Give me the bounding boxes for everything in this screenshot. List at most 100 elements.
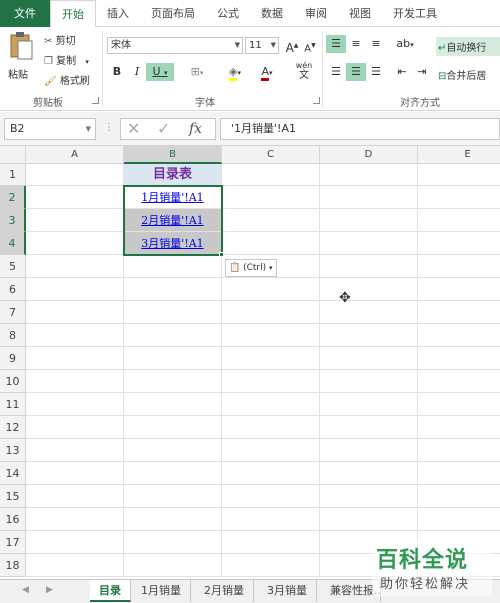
paste-options-button[interactable]: 📋 (Ctrl) ▾ (225, 259, 277, 277)
cell-d6[interactable] (320, 278, 418, 301)
cut-button[interactable]: ✂ 剪切 (44, 32, 76, 47)
cell-b13[interactable] (124, 439, 222, 462)
tab-view[interactable]: 视图 (338, 0, 382, 27)
cell-d3[interactable] (320, 209, 418, 232)
bold-button[interactable]: B (107, 63, 127, 81)
cell-b14[interactable] (124, 462, 222, 485)
decrease-indent-button[interactable]: ⇤ (392, 63, 412, 81)
increase-indent-button[interactable]: ⇥ (412, 63, 432, 81)
cell-d9[interactable] (320, 347, 418, 370)
cell-a13[interactable] (26, 439, 124, 462)
cell-a8[interactable] (26, 324, 124, 347)
cell-b6[interactable] (124, 278, 222, 301)
paste-button[interactable]: 粘贴 (8, 31, 38, 87)
cell-d11[interactable] (320, 393, 418, 416)
cell-d15[interactable] (320, 485, 418, 508)
cell-c13[interactable] (222, 439, 320, 462)
cell-e15[interactable] (418, 485, 500, 508)
cell-b17[interactable] (124, 531, 222, 554)
shrink-font-button[interactable]: A▼ (300, 37, 320, 55)
tab-insert[interactable]: 插入 (96, 0, 140, 27)
row-header-2[interactable]: 2 (0, 186, 26, 209)
cell-b12[interactable] (124, 416, 222, 439)
column-header-a[interactable]: A (26, 146, 124, 164)
formula-input[interactable]: '1月销量'!A1 (220, 118, 500, 140)
sheet-tab-feb[interactable]: 2月销量 (195, 580, 254, 602)
row-header-16[interactable]: 16 (0, 508, 26, 531)
align-top-button[interactable]: ☰ (326, 35, 346, 53)
cell-c1[interactable] (222, 164, 320, 186)
cell-d14[interactable] (320, 462, 418, 485)
row-header-1[interactable]: 1 (0, 164, 26, 186)
cell-c6[interactable] (222, 278, 320, 301)
cell-a16[interactable] (26, 508, 124, 531)
row-header-12[interactable]: 12 (0, 416, 26, 439)
wrap-text-button[interactable]: ↵自动换行 (436, 37, 500, 56)
cell-a14[interactable] (26, 462, 124, 485)
align-right-button[interactable]: ☰ (366, 63, 386, 81)
cell-a2[interactable] (26, 186, 124, 209)
next-sheet-icon[interactable]: ▶ (46, 585, 53, 595)
tab-data[interactable]: 数据 (250, 0, 294, 27)
column-header-c[interactable]: C (222, 146, 320, 164)
cell-b15[interactable] (124, 485, 222, 508)
cell-e13[interactable] (418, 439, 500, 462)
cell-a15[interactable] (26, 485, 124, 508)
cell-c3[interactable] (222, 209, 320, 232)
cell-c8[interactable] (222, 324, 320, 347)
grow-font-button[interactable]: A▲ (282, 37, 302, 55)
row-header-9[interactable]: 9 (0, 347, 26, 370)
cell-b18[interactable] (124, 554, 222, 577)
cell-b10[interactable] (124, 370, 222, 393)
directory-title-cell[interactable]: 目录表 (124, 164, 222, 186)
sheet-tab-mar[interactable]: 3月销量 (258, 580, 317, 602)
row-header-10[interactable]: 10 (0, 370, 26, 393)
cell-e11[interactable] (418, 393, 500, 416)
align-bottom-button[interactable]: ≡ (366, 35, 386, 53)
align-middle-button[interactable]: ≡ (346, 35, 366, 53)
row-header-8[interactable]: 8 (0, 324, 26, 347)
cell-a7[interactable] (26, 301, 124, 324)
font-launcher[interactable] (313, 97, 320, 104)
cell-b5[interactable] (124, 255, 222, 278)
italic-button[interactable]: I (127, 63, 147, 81)
cell-a3[interactable] (26, 209, 124, 232)
cell-d8[interactable] (320, 324, 418, 347)
cell-c11[interactable] (222, 393, 320, 416)
row-header-15[interactable]: 15 (0, 485, 26, 508)
font-size-select[interactable]: 11 ▼ (245, 37, 279, 54)
cell-e6[interactable] (418, 278, 500, 301)
cell-c16[interactable] (222, 508, 320, 531)
tab-developer[interactable]: 开发工具 (382, 0, 448, 27)
cell-e14[interactable] (418, 462, 500, 485)
cell-e10[interactable] (418, 370, 500, 393)
cell-d16[interactable] (320, 508, 418, 531)
cell-b9[interactable] (124, 347, 222, 370)
cell-b8[interactable] (124, 324, 222, 347)
cell-c15[interactable] (222, 485, 320, 508)
cell-b7[interactable] (124, 301, 222, 324)
tab-home[interactable]: 开始 (50, 0, 96, 28)
font-color-button[interactable]: A▾ (252, 63, 282, 81)
cell-c4[interactable] (222, 232, 320, 255)
row-header-14[interactable]: 14 (0, 462, 26, 485)
cell-e4[interactable] (418, 232, 500, 255)
cell-e9[interactable] (418, 347, 500, 370)
row-header-13[interactable]: 13 (0, 439, 26, 462)
fill-handle[interactable] (219, 252, 224, 257)
cell-c7[interactable] (222, 301, 320, 324)
cell-c10[interactable] (222, 370, 320, 393)
tab-formulas[interactable]: 公式 (206, 0, 250, 27)
check-icon[interactable]: ✓ (157, 119, 170, 139)
border-button[interactable]: ⊞▾ (182, 63, 212, 81)
cell-a12[interactable] (26, 416, 124, 439)
cell-e5[interactable] (418, 255, 500, 278)
font-name-select[interactable]: 宋体 ▼ (107, 37, 243, 54)
row-header-18[interactable]: 18 (0, 554, 26, 577)
clipboard-launcher[interactable] (92, 97, 99, 104)
cell-a4[interactable] (26, 232, 124, 255)
cell-d10[interactable] (320, 370, 418, 393)
sheet-tab-directory[interactable]: 目录 (90, 580, 131, 602)
select-all-corner[interactable] (0, 146, 26, 164)
column-header-e[interactable]: E (418, 146, 500, 164)
